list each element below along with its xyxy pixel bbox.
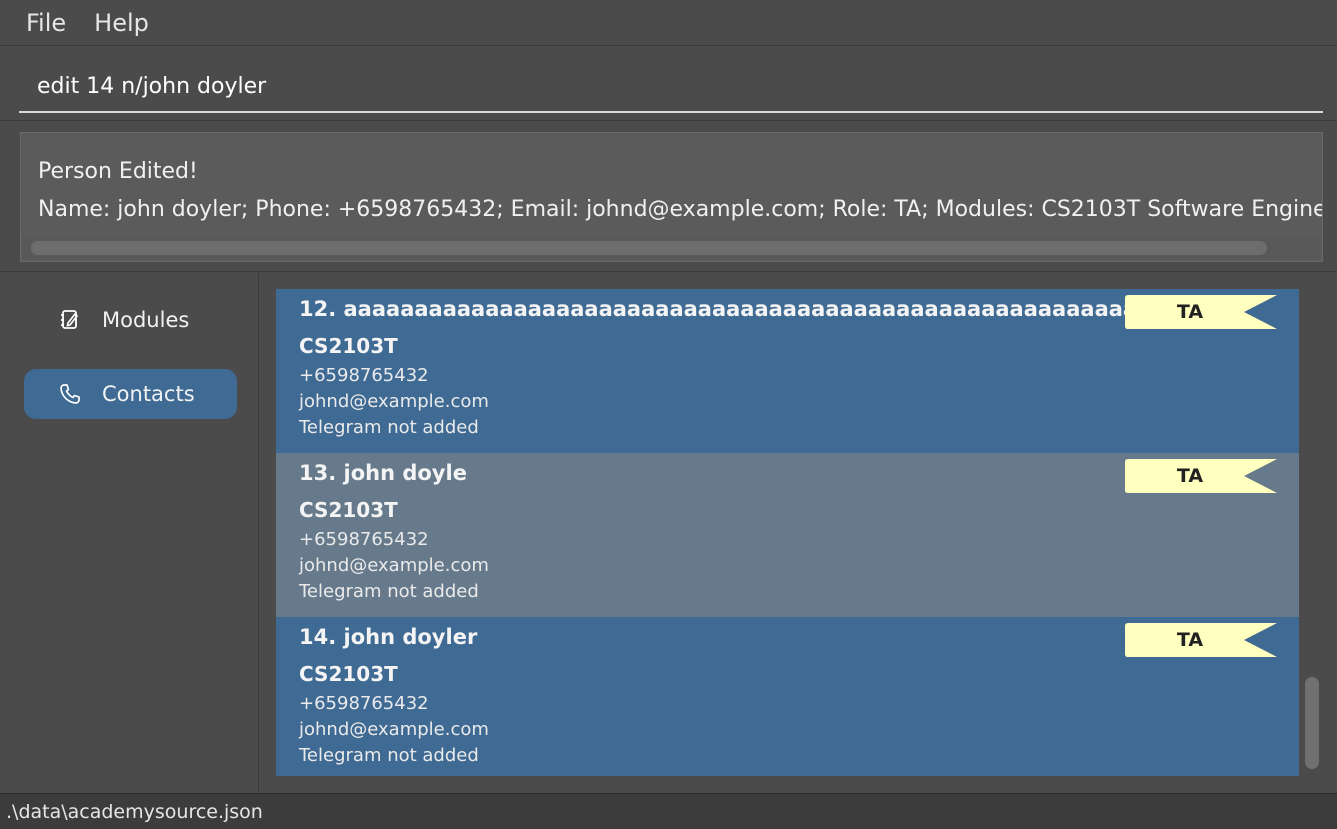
contact-email: johnd@example.com [299,555,489,576]
contact-phone: +6598765432 [299,529,429,550]
role-tag-label: TA [1176,629,1204,651]
contact-module: CS2103T [299,662,398,686]
contact-card[interactable]: 12. aaaaaaaaaaaaaaaaaaaaaaaaaaaaaaaaaaaa… [276,289,1299,453]
sidebar-item-modules[interactable]: Modules [24,295,237,345]
contact-name: 14. john doyler [299,625,478,649]
contact-telegram: Telegram not added [299,581,479,602]
contact-name: 12. aaaaaaaaaaaaaaaaaaaaaaaaaaaaaaaaaaaa… [299,297,1176,321]
contact-card[interactable]: 13. john doyle CS2103T +6598765432 johnd… [276,453,1299,617]
menu-file[interactable]: File [26,11,66,35]
contact-telegram: Telegram not added [299,417,479,438]
notebook-icon [58,308,82,332]
role-tag: TA [1125,295,1277,329]
role-tag: TA [1125,623,1277,657]
contact-phone: +6598765432 [299,693,429,714]
app-window: File Help Person Edited! Name: john doyl… [0,0,1337,829]
result-message: Person Edited! [38,159,198,184]
horizontal-scrollbar[interactable] [23,237,1320,259]
vertical-scrollbar-thumb[interactable] [1305,677,1319,769]
role-tag: TA [1125,459,1277,493]
sidebar: Modules Contacts [0,273,259,792]
status-bar: .\data\academysource.json [0,793,1337,829]
role-tag-label: TA [1176,301,1204,323]
command-input[interactable] [19,61,1323,113]
horizontal-scrollbar-thumb[interactable] [31,241,1267,255]
data-file-path: .\data\academysource.json [6,800,263,823]
sidebar-item-contacts[interactable]: Contacts [24,369,237,419]
phone-icon [58,382,82,406]
contact-card[interactable]: 14. john doyler CS2103T +6598765432 john… [276,617,1299,776]
contact-module: CS2103T [299,334,398,358]
contact-list[interactable]: 12. aaaaaaaaaaaaaaaaaaaaaaaaaaaaaaaaaaaa… [276,289,1299,776]
menu-bar: File Help [0,0,1337,46]
contact-telegram: Telegram not added [299,745,479,766]
sidebar-item-label: Contacts [102,382,195,406]
role-tag-label: TA [1176,465,1204,487]
contact-name: 13. john doyle [299,461,467,485]
contact-email: johnd@example.com [299,391,489,412]
menu-help[interactable]: Help [94,11,149,35]
result-details: Name: john doyler; Phone: +6598765432; E… [38,197,1323,222]
result-display-panel: Person Edited! Name: john doyler; Phone:… [0,122,1337,272]
sidebar-item-label: Modules [102,308,190,332]
result-display: Person Edited! Name: john doyler; Phone:… [20,132,1323,262]
contact-list-panel: 12. aaaaaaaaaaaaaaaaaaaaaaaaaaaaaaaaaaaa… [260,273,1337,792]
contact-email: johnd@example.com [299,719,489,740]
command-box [0,47,1337,121]
contact-module: CS2103T [299,498,398,522]
contact-phone: +6598765432 [299,365,429,386]
